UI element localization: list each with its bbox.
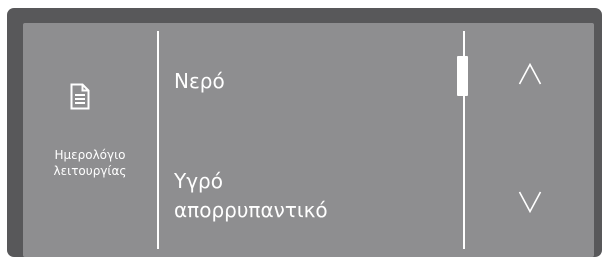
menu-item-water[interactable]: Νερό	[174, 67, 225, 96]
document-icon	[70, 83, 90, 110]
scroll-down-button[interactable]	[468, 157, 594, 247]
operation-log-label-line1: Ημερολόγιο	[54, 148, 126, 162]
scroll-up-button[interactable]	[468, 33, 594, 123]
menu-item-liquid-detergent[interactable]: Υγρό απορρυπαντικό	[174, 167, 328, 225]
menu-item-label-line2: απορρυπαντικό	[174, 198, 328, 222]
left-divider	[157, 31, 159, 249]
display-screen: Ημερολόγιο λειτουργίας Νερό Υγρό απορρυπ…	[23, 23, 594, 257]
operation-log-label: Ημερολόγιο λειτουργίας	[23, 147, 157, 179]
operation-log-button[interactable]: Ημερολόγιο λειτουργίας	[23, 23, 157, 257]
scrollbar-thumb[interactable]	[457, 56, 468, 96]
operation-log-label-line2: λειτουργίας	[53, 164, 127, 178]
menu-item-label-line1: Υγρό	[174, 169, 223, 193]
chevron-down-icon	[518, 191, 542, 213]
menu-item-label: Νερό	[174, 69, 225, 93]
chevron-up-icon	[518, 63, 542, 85]
